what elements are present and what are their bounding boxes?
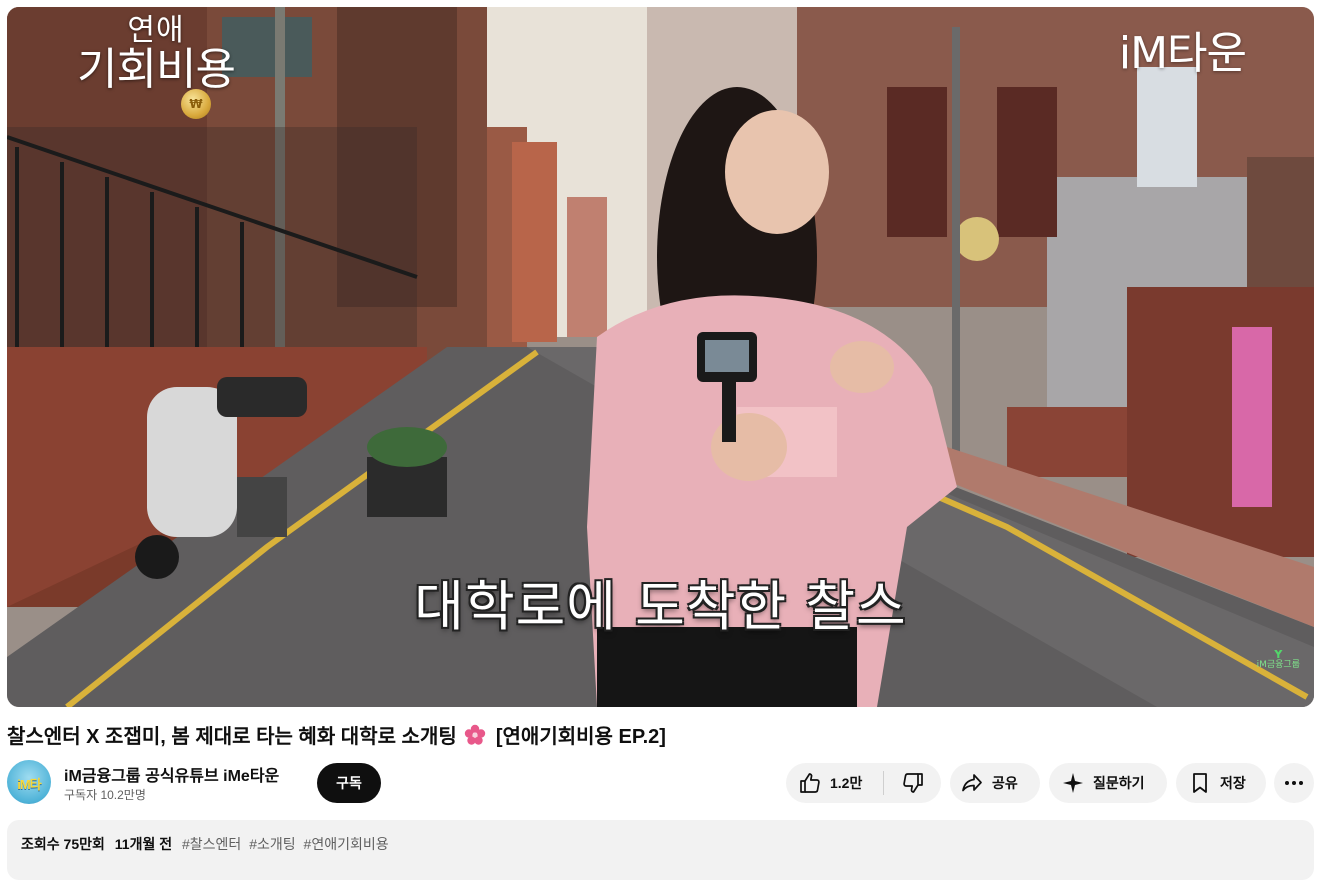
channel-name[interactable]: iM금융그룹 공식유튜브 iMe타운 (64, 762, 279, 786)
avatar-logo-icon: iM타 (17, 777, 41, 792)
channel-avatar[interactable]: iM타 (7, 760, 51, 804)
ask-label: 질문하기 (1093, 775, 1145, 791)
channel-watermark: iM타운 (1118, 28, 1247, 79)
save-button[interactable]: 저장 (1176, 763, 1266, 803)
video-title: 찰스엔터 X 조잽미, 봄 제대로 타는 혜화 대학로 소개팅 [연애기회비용 … (7, 720, 666, 752)
im-logo-icon: ʏ (1273, 646, 1284, 662)
video-title-suffix: [연애기회비용 EP.2] (495, 726, 666, 748)
coin-icon: ₩ (181, 89, 211, 119)
corner-watermark-text: iM금융그룹 (1256, 660, 1300, 670)
corner-watermark: ʏ iM금융그룹 (1257, 647, 1300, 670)
subscribe-button[interactable]: 구독 (317, 763, 381, 803)
sparkle-icon (1061, 771, 1085, 795)
hashtag-link[interactable]: #찰스엔터 (182, 836, 241, 852)
like-button[interactable]: 1.2만 (786, 763, 883, 803)
more-horizontal-icon (1282, 771, 1306, 795)
ask-button[interactable]: 질문하기 (1049, 763, 1167, 803)
view-count: 조회수 75만회 (21, 836, 105, 852)
subscriber-count: 구독자 10.2만명 (64, 788, 146, 802)
hashtag-link[interactable]: #연애기회비용 (304, 836, 389, 852)
upload-age: 11개월 전 (114, 836, 173, 852)
video-player[interactable]: 연애 기회비용 ₩ iM타운 대학로에 도착한 찰스 ʏ iM금융그룹 (7, 7, 1314, 707)
hashtag-link[interactable]: #소개팅 (249, 836, 295, 852)
show-logo-line2: 기회비용 (77, 43, 236, 95)
cherry-blossom-icon (464, 724, 486, 752)
share-label: 공유 (992, 775, 1018, 791)
more-actions-button[interactable] (1274, 763, 1314, 803)
video-subtitle: 대학로에 도착한 찰스 (414, 575, 907, 638)
save-label: 저장 (1220, 775, 1246, 791)
show-logo: 연애 기회비용 ₩ (71, 13, 241, 119)
description-meta: 조회수 75만회 11개월 전 #찰스엔터 #소개팅 #연애기회비용 (21, 834, 393, 854)
bookmark-icon (1188, 771, 1212, 795)
description-box[interactable]: 조회수 75만회 11개월 전 #찰스엔터 #소개팅 #연애기회비용 (7, 820, 1314, 880)
video-title-text: 찰스엔터 X 조잽미, 봄 제대로 타는 혜화 대학로 소개팅 (7, 726, 457, 748)
like-count: 1.2만 (830, 775, 863, 791)
share-button[interactable]: 공유 (950, 763, 1040, 803)
share-arrow-icon (960, 771, 984, 795)
thumbs-up-icon (798, 771, 822, 795)
like-dislike-group: 1.2만 (786, 763, 941, 803)
thumbs-down-icon (901, 771, 925, 795)
show-logo-line1: 연애 (127, 13, 185, 48)
dislike-button[interactable] (884, 763, 941, 803)
